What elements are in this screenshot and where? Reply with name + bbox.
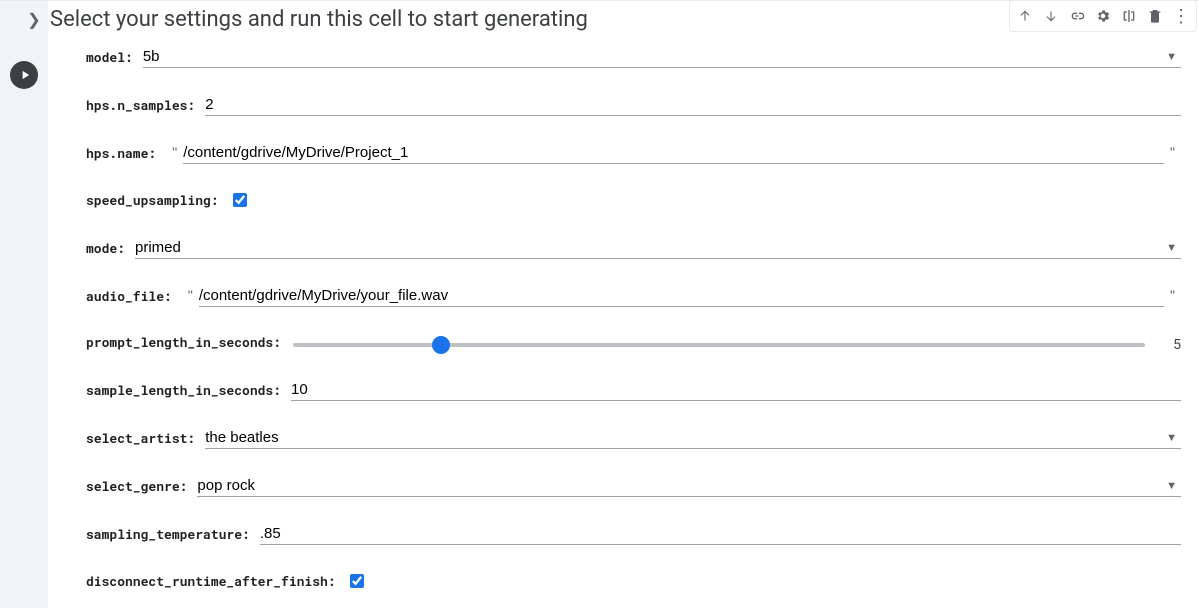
quote-close: " xyxy=(1164,144,1181,164)
field-select-genre: select_genre: ▼ xyxy=(86,475,1181,497)
label-select-genre: select_genre: xyxy=(86,477,197,497)
audio-file-input[interactable] xyxy=(199,285,1164,307)
label-mode: mode: xyxy=(86,239,135,259)
cell-gutter xyxy=(0,1,48,608)
prompt-length-value: 5 xyxy=(1161,337,1181,353)
label-n-samples: hps.n_samples: xyxy=(86,96,205,116)
label-name: hps.name: xyxy=(86,144,166,164)
run-button[interactable] xyxy=(10,61,38,89)
quote-open: " xyxy=(166,144,183,164)
field-speed-upsampling: speed_upsampling: xyxy=(86,190,1181,211)
select-genre-select[interactable] xyxy=(197,475,1181,497)
mode-select[interactable] xyxy=(135,237,1181,259)
field-select-artist: select_artist: ▼ xyxy=(86,427,1181,449)
label-speed-upsampling: speed_upsampling: xyxy=(86,191,229,211)
name-input[interactable] xyxy=(183,142,1164,164)
sampling-temperature-input[interactable] xyxy=(260,523,1181,545)
select-artist-select[interactable] xyxy=(205,427,1181,449)
field-sample-length: sample_length_in_seconds: xyxy=(86,379,1181,401)
speed-upsampling-checkbox[interactable] xyxy=(233,193,247,207)
label-select-artist: select_artist: xyxy=(86,429,205,449)
quote-close: " xyxy=(1164,287,1181,307)
form: model: ▼ hps.n_samples: hps.name: " " xyxy=(48,46,1199,608)
play-icon xyxy=(18,68,32,82)
cell-title: Select your settings and run this cell t… xyxy=(50,7,588,32)
title-row: ❯ Select your settings and run this cell… xyxy=(48,1,1199,46)
field-sampling-temperature: sampling_temperature: xyxy=(86,523,1181,545)
label-prompt-length: prompt_length_in_seconds: xyxy=(86,333,291,353)
n-samples-input[interactable] xyxy=(205,94,1181,116)
model-select[interactable] xyxy=(143,46,1181,68)
sample-length-input[interactable] xyxy=(291,379,1181,401)
cell-main: ❯ Select your settings and run this cell… xyxy=(48,1,1199,608)
label-sampling-temperature: sampling_temperature: xyxy=(86,525,260,545)
collapse-toggle[interactable]: ❯ xyxy=(22,10,46,29)
label-audio-file: audio_file: xyxy=(86,287,182,307)
field-mode: mode: ▼ xyxy=(86,237,1181,259)
field-audio-file: audio_file: " " xyxy=(86,285,1181,307)
field-n-samples: hps.n_samples: xyxy=(86,94,1181,116)
label-model: model: xyxy=(86,48,143,68)
field-name: hps.name: " " xyxy=(86,142,1181,164)
prompt-length-slider[interactable] xyxy=(293,343,1145,347)
label-sample-length: sample_length_in_seconds: xyxy=(86,381,291,401)
label-disconnect: disconnect_runtime_after_finish: xyxy=(86,572,346,592)
quote-open: " xyxy=(182,287,199,307)
disconnect-checkbox[interactable] xyxy=(350,574,364,588)
cell: ⋮ ❯ Select your settings and run this ce… xyxy=(0,0,1199,608)
field-prompt-length: prompt_length_in_seconds: 5 xyxy=(86,333,1181,353)
field-model: model: ▼ xyxy=(86,46,1181,68)
field-disconnect: disconnect_runtime_after_finish: xyxy=(86,571,1181,592)
